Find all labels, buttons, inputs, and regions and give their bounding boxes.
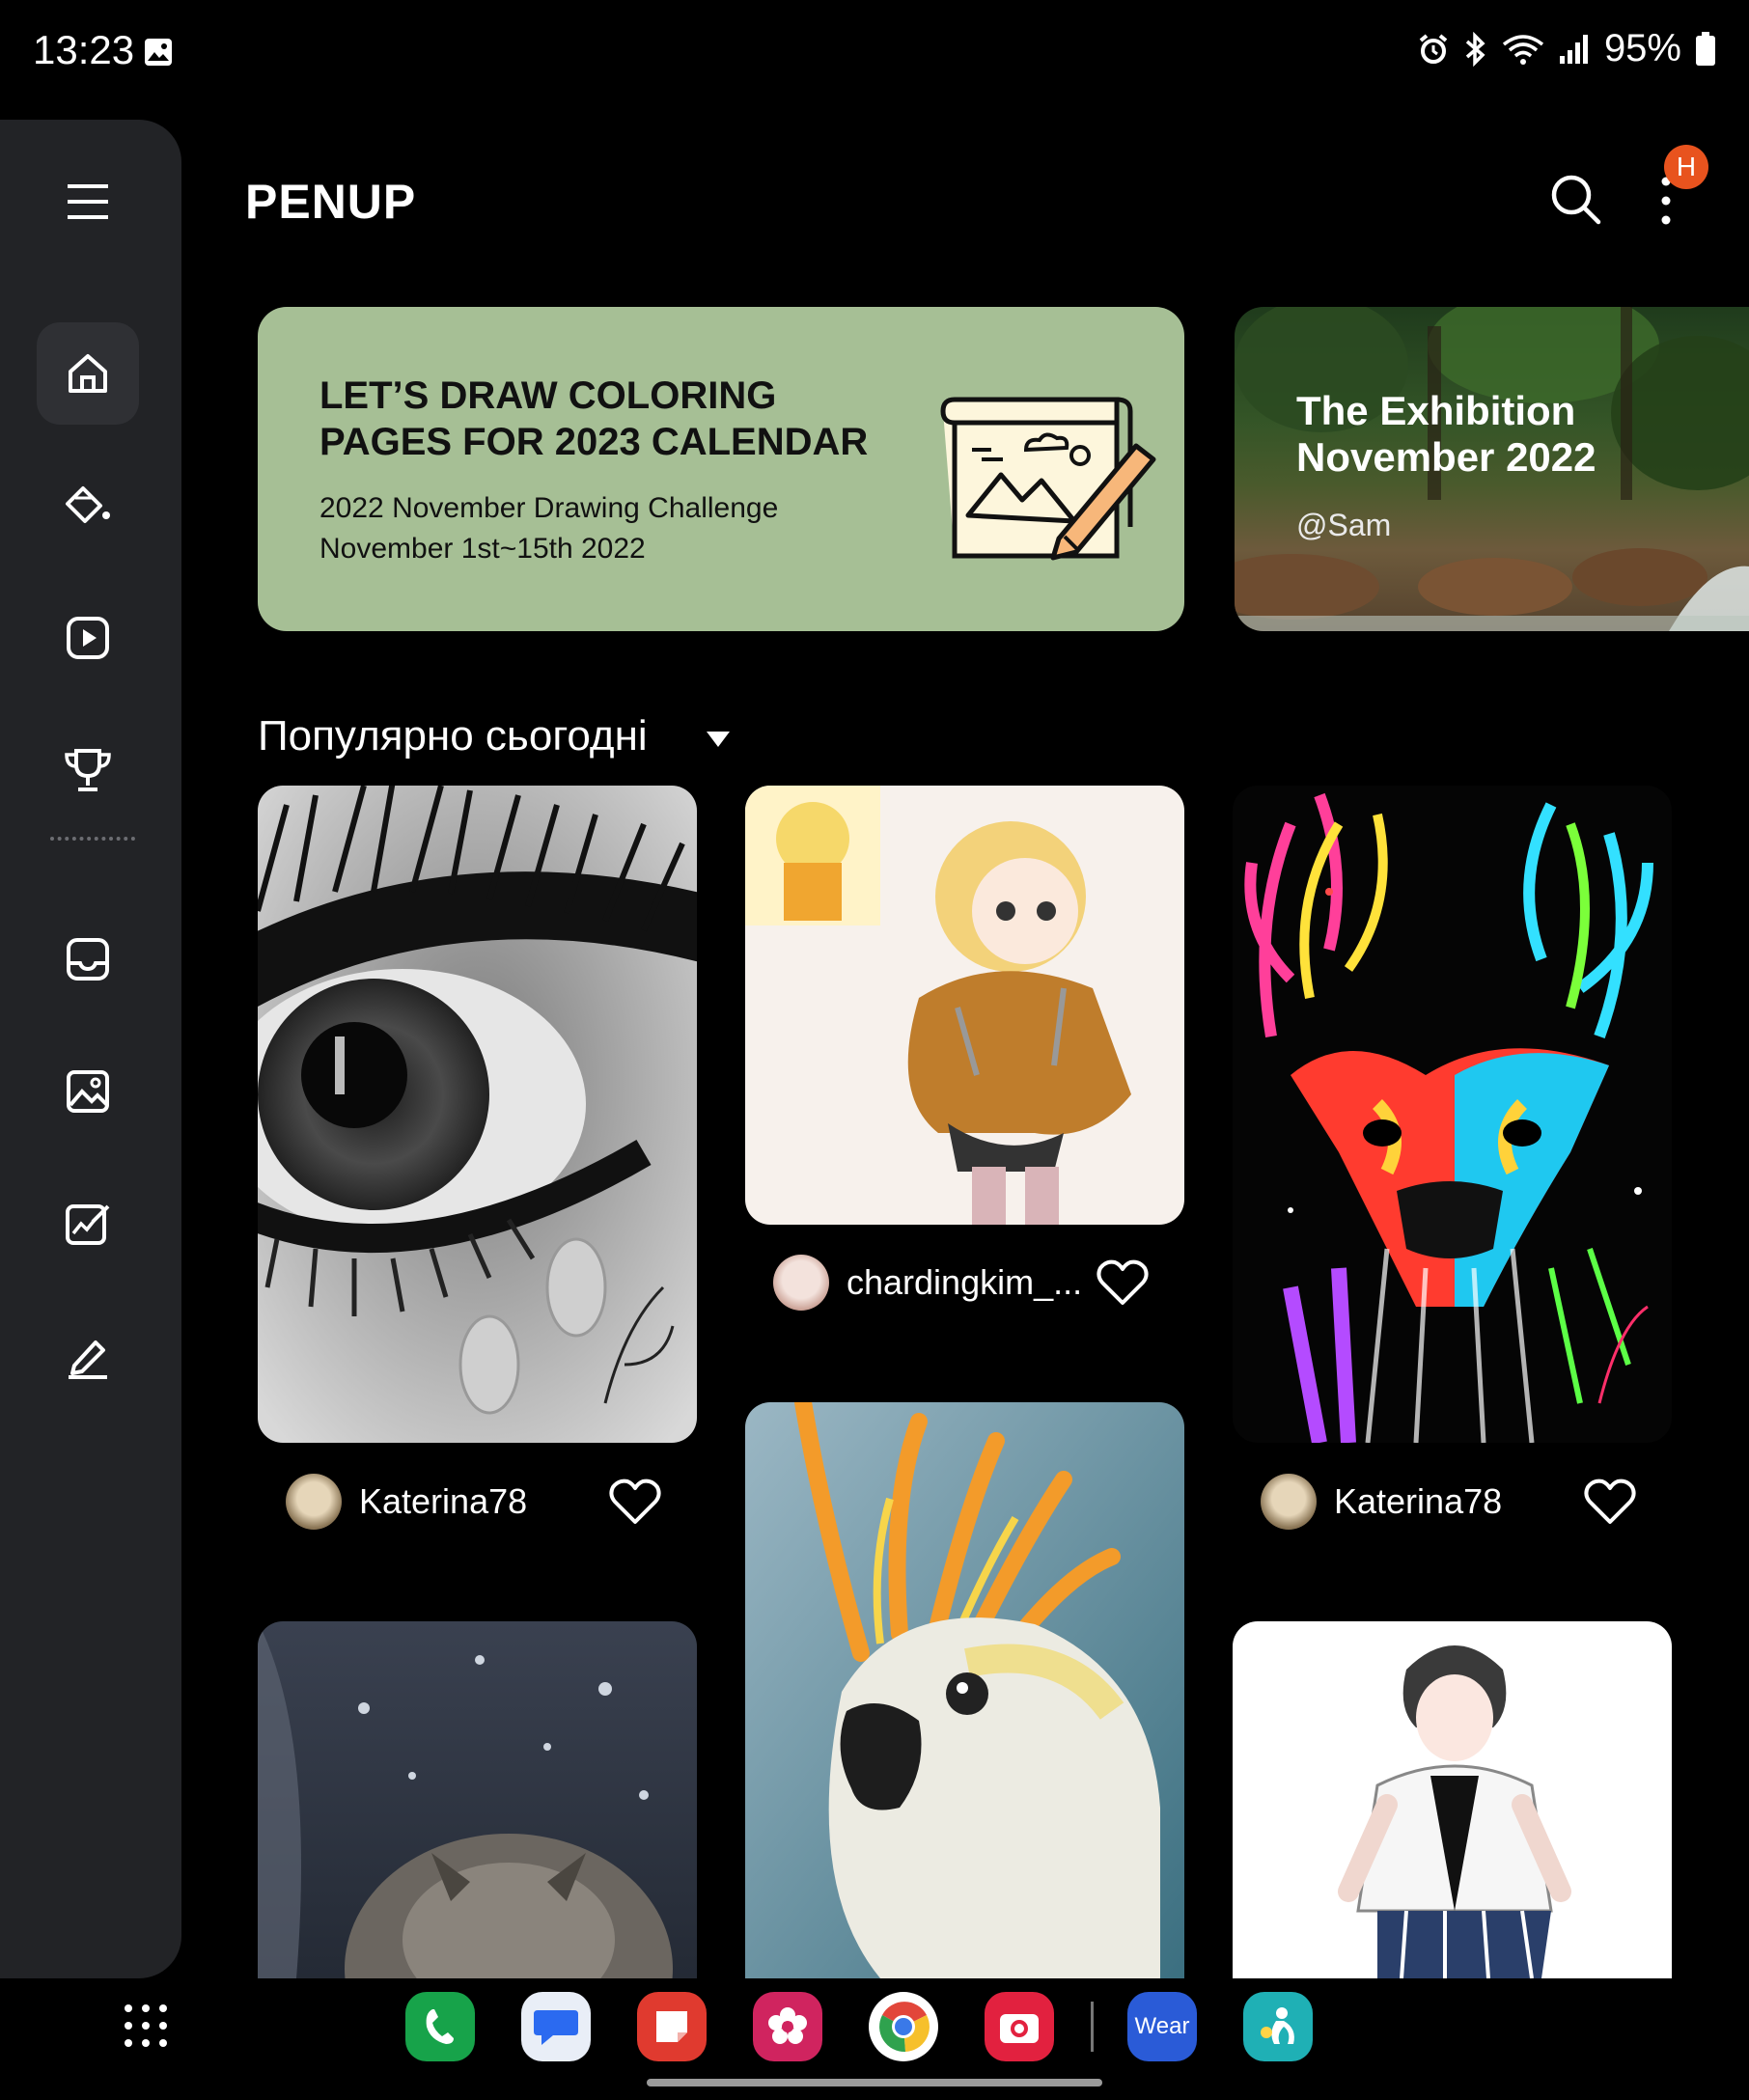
section-title[interactable]: Популярно сьогодні	[258, 712, 648, 760]
username: chardingkim_...	[847, 1262, 1083, 1302]
messages-icon	[534, 2010, 578, 2045]
coloring-icon	[66, 486, 110, 523]
nav-gallery[interactable]	[37, 1040, 139, 1143]
camera-app[interactable]	[985, 1992, 1054, 2061]
notes-app[interactable]	[637, 1992, 707, 2061]
kids-icon	[1261, 2007, 1294, 2044]
card-author-3[interactable]: Katerina78	[1261, 1468, 1502, 1535]
battery-percentage: 95%	[1603, 27, 1681, 69]
rail-divider	[50, 837, 135, 841]
challenge-banner-subtitle: 2022 November Drawing Challenge November…	[319, 488, 778, 569]
challenge-banner-title: LET’S DRAW COLORING PAGES FOR 2023 CALEN…	[319, 374, 869, 463]
exhibition-banner-title: The Exhibition November 2022	[1296, 388, 1596, 480]
wifi-icon	[1502, 34, 1544, 65]
dock-divider	[1091, 2002, 1094, 2052]
inbox-icon	[67, 938, 109, 981]
search-icon[interactable]	[1548, 172, 1602, 226]
avatar	[1261, 1474, 1317, 1530]
status-bar: 13:23 95%	[0, 0, 1749, 106]
artwork-card-cockatoo[interactable]	[745, 1402, 1184, 1978]
gallery-blossom-icon	[768, 2007, 807, 2044]
home-indicator[interactable]	[647, 2079, 1102, 2086]
drawing-icon	[66, 1204, 110, 1245]
chrome-icon	[879, 2002, 930, 2053]
nav-inbox[interactable]	[37, 908, 139, 1010]
bluetooth-icon	[1465, 31, 1485, 67]
phone-app[interactable]	[405, 1992, 475, 2061]
gallery-icon	[67, 1070, 109, 1113]
artwork-card-wolf[interactable]	[258, 1621, 697, 1978]
signal-icon	[1559, 34, 1588, 64]
avatar	[773, 1255, 829, 1311]
kids-app[interactable]	[1243, 1992, 1313, 2061]
notes-icon	[656, 2011, 687, 2042]
nav-drawing-editor[interactable]	[37, 1173, 139, 1275]
gallery-icon	[145, 39, 172, 66]
dropdown-arrow-icon[interactable]	[705, 730, 732, 749]
wear-icon: Wear	[1134, 2013, 1190, 2039]
navigation-rail	[0, 120, 181, 1978]
nav-coloring[interactable]	[37, 455, 139, 557]
artwork-image	[1233, 786, 1672, 1443]
card-author-1[interactable]: Katerina78	[286, 1468, 527, 1535]
camera-icon	[1000, 2014, 1039, 2043]
exhibition-banner-author: @Sam	[1296, 508, 1392, 542]
challenge-name: 2022 November Drawing Challenge	[319, 492, 779, 524]
artwork-card-boy[interactable]	[1233, 1621, 1672, 1978]
artwork-image	[1233, 1621, 1672, 1978]
artwork-card-anime-girl[interactable]	[745, 786, 1184, 1225]
notification-badge: H	[1664, 145, 1708, 189]
alarm-icon	[1419, 33, 1448, 64]
nav-live-drawing[interactable]	[37, 587, 139, 689]
app-title: PENUP	[245, 175, 417, 229]
nav-challenges[interactable]	[37, 719, 139, 821]
apps-grid-icon[interactable]	[124, 2003, 168, 2048]
like-heart-icon[interactable]	[1097, 1258, 1149, 1307]
artwork-image	[258, 1621, 697, 1978]
nav-draw[interactable]	[37, 1305, 139, 1407]
artwork-image	[258, 786, 697, 1443]
home-icon	[69, 354, 107, 393]
draw-icon	[69, 1340, 107, 1379]
gallery-app[interactable]	[753, 1992, 822, 2061]
live-drawing-icon	[67, 617, 109, 659]
status-time: 13:23	[33, 27, 135, 72]
battery-icon	[1696, 31, 1715, 66]
menu-icon	[68, 184, 108, 219]
username: Katerina78	[359, 1481, 528, 1521]
menu-button[interactable]	[37, 151, 139, 253]
artwork-card-neon-deer[interactable]	[1233, 786, 1672, 1443]
artwork-card-eye[interactable]	[258, 786, 697, 1443]
challenge-banner[interactable]: LET’S DRAW COLORING PAGES FOR 2023 CALEN…	[258, 307, 1184, 631]
wear-app[interactable]: Wear	[1127, 1992, 1197, 2061]
exhibition-banner[interactable]: The Exhibition November 2022 @Sam	[1235, 307, 1749, 631]
challenge-dates: November 1st~15th 2022	[319, 533, 646, 565]
challenge-trophy-icon	[65, 749, 111, 791]
like-heart-icon[interactable]	[1584, 1478, 1636, 1526]
chrome-app[interactable]	[869, 1992, 938, 2061]
nav-home[interactable]	[37, 322, 139, 425]
username: Katerina78	[1334, 1481, 1503, 1521]
artwork-image	[745, 786, 1184, 1225]
card-author-2[interactable]: chardingkim_...	[773, 1249, 1082, 1316]
avatar	[286, 1474, 342, 1530]
artwork-image	[745, 1402, 1184, 1978]
phone-icon	[426, 2009, 454, 2044]
calendar-drawing-illustration	[940, 397, 1156, 561]
like-heart-icon[interactable]	[609, 1478, 661, 1526]
messages-app[interactable]	[521, 1992, 591, 2061]
